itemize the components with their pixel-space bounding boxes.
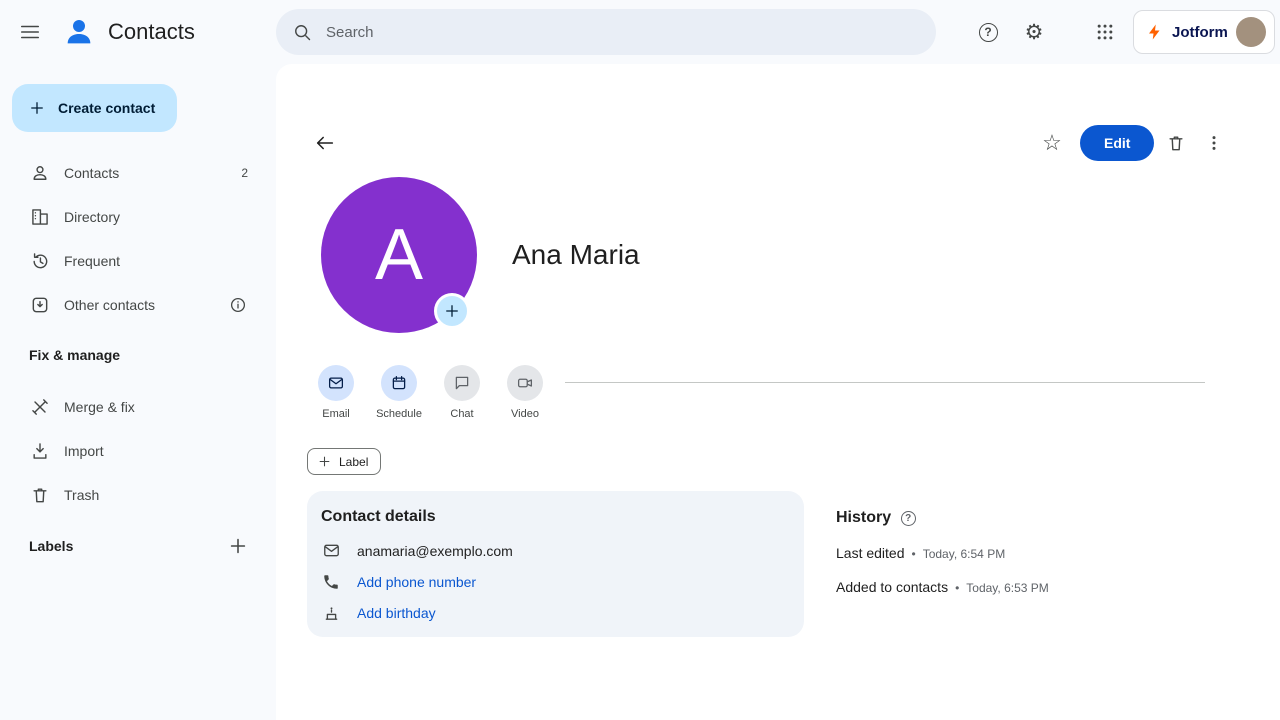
add-label-button[interactable] [226, 534, 250, 558]
history-heading: History [836, 509, 892, 526]
phone-row: Add phone number [307, 566, 804, 597]
add-label-chip[interactable]: Label [307, 448, 382, 475]
chat-icon [444, 365, 480, 401]
video-action-button: Video [497, 365, 553, 420]
contacts-logo-icon [62, 15, 96, 49]
delete-contact-button[interactable] [1156, 123, 1196, 163]
jotform-logo-icon [1146, 23, 1164, 41]
phone-icon [321, 572, 341, 592]
plus-icon [443, 302, 461, 320]
import-icon [30, 441, 50, 461]
contact-detail-panel: ☆ Edit A Ana Maria Email Schedule Chat V… [276, 64, 1280, 720]
search-bar[interactable] [276, 9, 936, 55]
avatar-initial: A [374, 215, 424, 295]
sidebar-item-frequent[interactable]: Frequent [0, 239, 276, 283]
labels-heading: Labels [29, 538, 74, 554]
divider [565, 382, 1205, 383]
history-section: History ? Last edited • Today, 6:54 PM A… [836, 509, 1049, 595]
trash-icon [1166, 133, 1186, 153]
other-contacts-icon [30, 295, 50, 315]
apps-grid-icon [1095, 22, 1115, 42]
create-contact-button[interactable]: Create contact [12, 84, 178, 132]
contact-email: anamaria@exemplo.com [357, 542, 513, 559]
bullet-separator: • [955, 581, 960, 595]
calendar-icon [381, 365, 417, 401]
sidebar-item-import[interactable]: Import [0, 429, 276, 473]
account-chip[interactable]: Jotform [1133, 10, 1275, 54]
google-contacts-app: Contacts ? ⚙ [0, 0, 1280, 720]
app-logo-title[interactable]: Contacts [62, 12, 195, 52]
merge-fix-icon [30, 397, 50, 417]
back-arrow-icon [314, 132, 336, 154]
email-action-button[interactable]: Email [308, 365, 364, 420]
add-phone-link[interactable]: Add phone number [357, 574, 476, 590]
contact-name: Ana Maria [512, 239, 640, 270]
help-icon: ? [978, 22, 998, 42]
birthday-cake-icon [321, 603, 341, 623]
search-input[interactable] [326, 23, 920, 41]
main-menu-button[interactable] [10, 12, 50, 52]
sidebar: Create contact Contacts 2 Directory Freq… [0, 64, 276, 720]
video-icon [507, 365, 543, 401]
sidebar-item-directory[interactable]: Directory [0, 195, 276, 239]
email-row: anamaria@exemplo.com [307, 535, 804, 566]
plus-icon [317, 454, 332, 469]
gear-icon: ⚙ [1024, 20, 1044, 44]
edit-button[interactable]: Edit [1080, 125, 1155, 161]
history-entry-added: Added to contacts • Today, 6:53 PM [836, 579, 1049, 595]
trash-icon [30, 485, 50, 505]
app-title: Contacts [108, 19, 195, 44]
schedule-action-button[interactable]: Schedule [371, 365, 427, 420]
quick-actions: Email Schedule Chat Video [308, 365, 553, 420]
sidebar-item-trash[interactable]: Trash [0, 473, 276, 517]
email-icon [321, 541, 341, 561]
plus-icon [28, 99, 46, 117]
more-vert-icon [1204, 133, 1224, 153]
sidebar-nav: Contacts 2 Directory Frequent Other cont… [0, 151, 276, 327]
add-photo-button[interactable] [434, 293, 470, 329]
sidebar-item-merge-fix[interactable]: Merge & fix [0, 385, 276, 429]
settings-button[interactable]: ⚙ [1014, 12, 1054, 52]
bullet-separator: • [911, 547, 916, 561]
help-button[interactable]: ? [968, 12, 1008, 52]
history-help-icon[interactable]: ? [900, 510, 916, 526]
contacts-count-badge: 2 [241, 166, 248, 180]
history-icon [30, 251, 50, 271]
contact-details-heading: Contact details [321, 508, 436, 525]
info-icon[interactable] [228, 295, 248, 315]
person-icon [30, 163, 50, 183]
apps-grid-button[interactable] [1085, 12, 1125, 52]
hamburger-icon [19, 21, 41, 43]
star-icon: ☆ [1042, 130, 1062, 155]
sidebar-item-other-contacts[interactable]: Other contacts [0, 283, 276, 327]
top-bar: Contacts ? ⚙ [0, 0, 1280, 64]
contact-details-card: Contact details anamaria@exemplo.com Add… [307, 491, 804, 637]
star-button[interactable]: ☆ [1032, 123, 1072, 163]
account-name: Jotform [1172, 23, 1228, 41]
sidebar-item-contacts[interactable]: Contacts 2 [0, 151, 276, 195]
labels-section: Labels [0, 524, 276, 568]
add-birthday-link[interactable]: Add birthday [357, 605, 436, 621]
email-icon [318, 365, 354, 401]
directory-icon [30, 207, 50, 227]
user-avatar [1235, 17, 1266, 47]
fix-manage-nav: Merge & fix Import Trash [0, 385, 276, 517]
chat-action-button: Chat [434, 365, 490, 420]
fix-and-manage-heading: Fix & manage [29, 347, 121, 363]
more-options-button[interactable] [1194, 123, 1234, 163]
birthday-row: Add birthday [307, 597, 804, 628]
search-icon [292, 22, 312, 42]
back-button[interactable] [305, 123, 345, 163]
history-entry-last-edited: Last edited • Today, 6:54 PM [836, 545, 1006, 561]
